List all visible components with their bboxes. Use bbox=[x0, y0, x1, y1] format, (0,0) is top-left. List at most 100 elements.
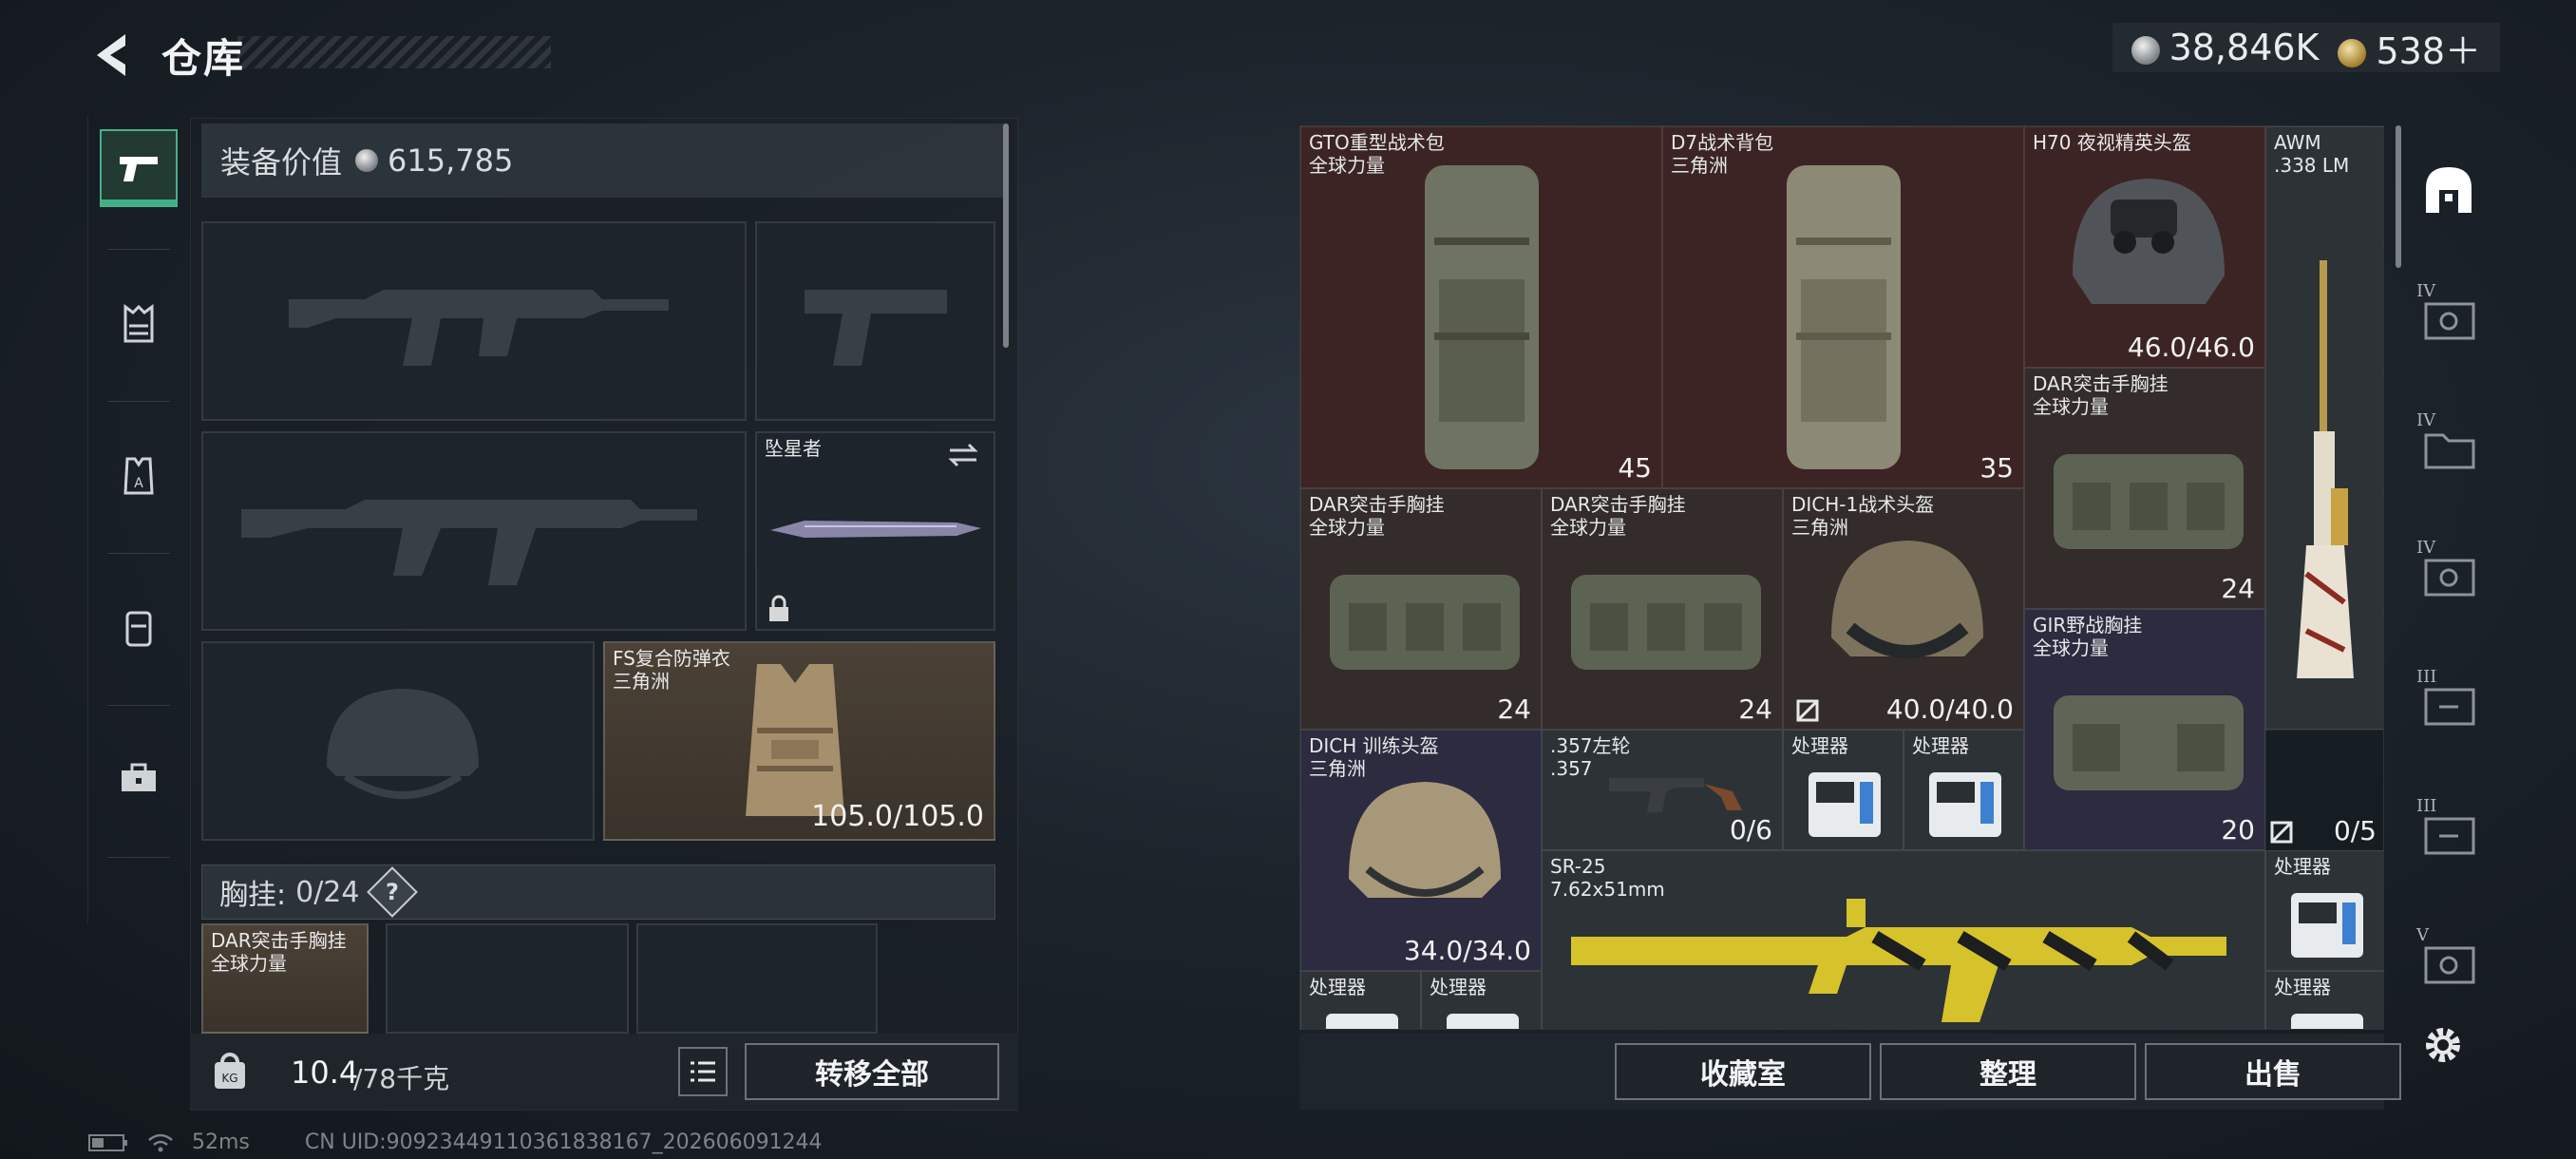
title-decoration bbox=[237, 36, 551, 68]
chest-rig-bar: 胸挂: 0/24 ? bbox=[201, 864, 995, 920]
sidebar-item-backpack[interactable] bbox=[100, 589, 178, 667]
stash-item-processor[interactable]: 处理器 bbox=[1300, 971, 1421, 1029]
stash-item-revolver[interactable]: .357左轮 .357 0/6 bbox=[1542, 730, 1783, 850]
rifle-image bbox=[1571, 899, 2226, 1022]
back-button[interactable] bbox=[85, 27, 142, 84]
chest-rig-item[interactable]: DAR突击手胸挂 全球力量 bbox=[201, 923, 369, 1034]
list-view-button[interactable] bbox=[678, 1047, 728, 1096]
loadout-scrollbar[interactable] bbox=[1003, 124, 1009, 348]
ammo-count: 0/5 bbox=[2333, 815, 2377, 846]
stash-scrollbar[interactable] bbox=[2396, 125, 2401, 268]
weight-max: /78千克 bbox=[353, 1063, 450, 1094]
uid-text: CN UID:9092344911036183816​7_20260609124… bbox=[304, 1130, 823, 1154]
chest-rig-icon bbox=[123, 304, 154, 343]
stash-item-helmet-h70[interactable]: H70 夜视精英头盔 46.0/46.0 bbox=[2024, 126, 2265, 368]
processor-image bbox=[1326, 1014, 1398, 1029]
chest-rig-image bbox=[1330, 575, 1520, 670]
helmet-image bbox=[1349, 782, 1501, 898]
knife-icon bbox=[770, 521, 981, 538]
ping-value: 52ms bbox=[192, 1130, 250, 1154]
rail-item-container[interactable]: III bbox=[2416, 796, 2481, 866]
pistol-slot[interactable] bbox=[755, 221, 995, 421]
transfer-all-button[interactable]: 转移全部 bbox=[745, 1043, 999, 1100]
silver-coin-icon bbox=[2131, 35, 2160, 65]
rail-item-container[interactable]: IV bbox=[2416, 281, 2481, 352]
settings-button[interactable] bbox=[2418, 1020, 2468, 1070]
stash-item-sr25[interactable]: SR-25 7.62x51mm bbox=[1542, 850, 2265, 1029]
stash-item-processor[interactable]: 处理器 bbox=[1421, 971, 1542, 1029]
page-title: 仓库 bbox=[161, 35, 246, 82]
capacity-value: 24 bbox=[1497, 694, 1531, 725]
stash-item-processor[interactable]: 处理器 bbox=[2265, 971, 2383, 1029]
chest-rig-empty-slot[interactable] bbox=[636, 923, 878, 1034]
rail-item-stash[interactable] bbox=[2416, 158, 2481, 222]
stash-item-backpack-d7[interactable]: D7战术背包 三角洲 35 bbox=[1662, 126, 2024, 488]
chest-label: 胸挂: bbox=[219, 879, 287, 912]
armor-slot[interactable]: FS复合防弹衣 三角洲 105.0/105.0 bbox=[603, 641, 995, 841]
silver-amount: 38,846K bbox=[2169, 27, 2320, 68]
rail-item-container[interactable]: V bbox=[2416, 925, 2481, 996]
melee-slot[interactable]: 坠星者 bbox=[755, 431, 995, 631]
armor-vest-icon: A bbox=[123, 457, 154, 495]
stash-item-processor[interactable]: 处理器 bbox=[2265, 850, 2383, 971]
sort-button[interactable]: 整理 bbox=[1880, 1043, 2136, 1100]
silver-currency[interactable]: 38,846K bbox=[2131, 27, 2320, 68]
sidebar-item-case[interactable] bbox=[100, 739, 178, 817]
rifle-silhouette-icon bbox=[241, 500, 697, 585]
stash-item-chest-rig-dar[interactable]: DAR突击手胸挂 全球力量 24 bbox=[1542, 488, 1783, 730]
stash-footer: 收藏室 整理 出售 bbox=[1299, 1034, 2401, 1110]
sidebar-item-weapons[interactable] bbox=[100, 129, 178, 207]
container-icon bbox=[2424, 302, 2475, 340]
capacity-value: 24 bbox=[2221, 573, 2255, 604]
stash-home-icon bbox=[2426, 167, 2472, 213]
stash-item-awm[interactable]: AWM .338 LM bbox=[2265, 126, 2383, 730]
status-bar: 52ms CN UID:9092344911036183816​7_202606… bbox=[87, 1130, 823, 1154]
stash-item-chest-rig-dar[interactable]: DAR突击手胸挂 全球力量 24 bbox=[2024, 368, 2265, 609]
processor-image bbox=[1929, 772, 2001, 837]
awm-ammo-cell: 0/5 bbox=[2265, 730, 2383, 850]
backpack-icon bbox=[125, 611, 152, 647]
rail-item-container[interactable]: IV bbox=[2416, 538, 2481, 608]
chest-rig-empty-slot[interactable] bbox=[386, 923, 629, 1034]
stash-item-chest-rig-gir[interactable]: GIR野战胸挂 全球力量 20 bbox=[2024, 609, 2265, 850]
sidebar-item-armor[interactable]: A bbox=[100, 437, 178, 515]
primary-weapon-slot[interactable] bbox=[201, 221, 747, 421]
stash-item-processor[interactable]: 处理器 bbox=[1783, 730, 1904, 850]
durability-value: 34.0/34.0 bbox=[1403, 935, 1531, 966]
currency-bar: 38,846K 538＋ bbox=[2112, 23, 2500, 72]
stash-item-helmet-dich-training[interactable]: DICH 训练头盔 三角洲 34.0/34.0 bbox=[1300, 730, 1542, 971]
help-icon[interactable]: ? bbox=[367, 866, 419, 918]
stash-item-chest-rig-dar[interactable]: DAR突击手胸挂 全球力量 24 bbox=[1300, 488, 1542, 730]
secondary-weapon-slot[interactable] bbox=[201, 431, 747, 631]
sell-button[interactable]: 出售 bbox=[2145, 1043, 2401, 1100]
sidebar-item-chest-rig[interactable] bbox=[100, 285, 178, 363]
lock-icon bbox=[769, 595, 788, 621]
no-repair-icon bbox=[1796, 699, 1819, 722]
durability-value: 40.0/40.0 bbox=[1885, 694, 2014, 725]
chest-rig-image bbox=[2054, 695, 2244, 790]
collection-room-button[interactable]: 收藏室 bbox=[1615, 1043, 1871, 1100]
processor-image bbox=[2291, 893, 2363, 958]
stash-grid: GTO重型战术包 全球力量 45 D7战术背包 三角洲 35 H70 夜视精英头盔 … bbox=[1299, 125, 2384, 1030]
gold-coin-icon bbox=[2338, 39, 2367, 67]
armor-source: 三角洲 bbox=[613, 670, 670, 693]
stash-item-backpack-gto[interactable]: GTO重型战术包 全球力量 45 bbox=[1300, 126, 1662, 488]
chest-item-name: DAR突击手胸挂 bbox=[211, 929, 347, 952]
category-sidebar: A bbox=[87, 116, 188, 923]
durability-value: 46.0/46.0 bbox=[2127, 332, 2255, 363]
svg-text:A: A bbox=[134, 476, 143, 491]
svg-text:KG: KG bbox=[221, 1072, 237, 1085]
stash-item-helmet-dich1[interactable]: DICH-1战术头盔 三角洲 40.0/40.0 bbox=[1783, 488, 2024, 730]
chest-rig-image bbox=[2054, 454, 2244, 549]
capacity-value: 45 bbox=[1618, 452, 1652, 484]
rifle-silhouette-icon bbox=[289, 290, 669, 366]
rail-item-container[interactable]: IV bbox=[2416, 410, 2481, 481]
chest-capacity: 0/24 bbox=[295, 875, 360, 909]
helmet-slot[interactable] bbox=[201, 641, 595, 841]
revolver-image bbox=[1609, 778, 1742, 812]
swap-icon[interactable] bbox=[946, 441, 980, 469]
rail-item-container[interactable]: III bbox=[2416, 667, 2481, 737]
stash-item-processor[interactable]: 处理器 bbox=[1904, 730, 2024, 850]
gold-currency[interactable]: 538＋ bbox=[2338, 22, 2481, 74]
pistol-icon bbox=[120, 157, 158, 181]
